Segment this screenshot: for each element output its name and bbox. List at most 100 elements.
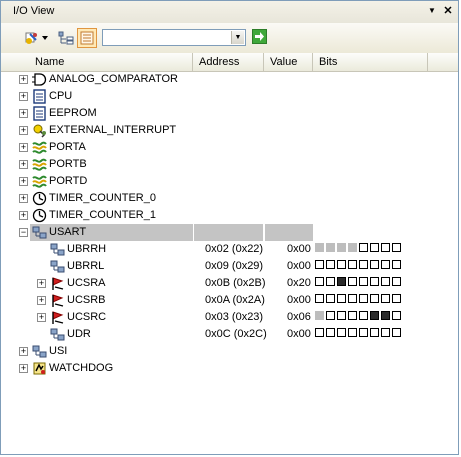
expand-icon[interactable]: + (19, 160, 28, 169)
column-name[interactable]: Name (29, 53, 193, 71)
combo-dropdown-button[interactable]: ▼ (231, 31, 244, 44)
bit-7-checkbox[interactable] (315, 277, 324, 286)
bit-2-checkbox[interactable] (370, 243, 379, 252)
expand-icon[interactable]: + (19, 211, 28, 220)
bit-0-checkbox[interactable] (392, 294, 401, 303)
bit-2-checkbox[interactable] (370, 260, 379, 269)
expand-icon[interactable]: + (37, 279, 46, 288)
bit-3-checkbox[interactable] (359, 260, 368, 269)
expand-icon[interactable]: + (19, 364, 28, 373)
bit-7-checkbox[interactable] (315, 260, 324, 269)
bit-3-checkbox[interactable] (359, 328, 368, 337)
register-value[interactable]: 0x00 (287, 293, 311, 308)
bit-4-checkbox[interactable] (348, 260, 357, 269)
bit-1-checkbox[interactable] (381, 328, 390, 337)
module-row[interactable]: + TIMER_COUNTER_1 (1, 207, 460, 224)
bit-6-checkbox[interactable] (326, 294, 335, 303)
module-row[interactable]: + USI (1, 343, 460, 360)
module-row[interactable]: − USART (1, 224, 460, 241)
go-button[interactable] (252, 29, 267, 44)
bit-6-checkbox[interactable] (326, 260, 335, 269)
bit-0-checkbox[interactable] (392, 260, 401, 269)
register-row[interactable]: + UCSRA 0x0B (0x2B) 0x20 (1, 275, 460, 292)
filter-combo[interactable]: ▼ (102, 29, 246, 46)
module-row[interactable]: + EXTERNAL_INTERRUPT (1, 122, 460, 139)
expand-icon[interactable]: + (19, 194, 28, 203)
bit-6-checkbox[interactable] (326, 328, 335, 337)
view-options-button[interactable] (23, 28, 51, 48)
module-row[interactable]: + PORTB (1, 156, 460, 173)
module-row[interactable]: + EEPROM (1, 105, 460, 122)
register-value[interactable]: 0x20 (287, 276, 311, 291)
expand-icon[interactable]: + (37, 313, 46, 322)
bit-3-checkbox[interactable] (359, 277, 368, 286)
bit-3-checkbox[interactable] (359, 311, 368, 320)
list-view-button[interactable] (77, 28, 97, 48)
close-icon[interactable]: ✕ (441, 4, 455, 18)
column-value[interactable]: Value (264, 53, 313, 71)
register-value[interactable]: 0x00 (287, 327, 311, 342)
node-label: UCSRA (67, 277, 106, 289)
bit-3-checkbox[interactable] (359, 243, 368, 252)
expand-icon[interactable]: + (19, 347, 28, 356)
register-icon (50, 243, 65, 256)
module-row[interactable]: + WATCHDOG (1, 360, 460, 377)
bit-0-checkbox[interactable] (392, 277, 401, 286)
module-row[interactable]: + CPU (1, 88, 460, 105)
expand-icon[interactable]: + (19, 75, 28, 84)
bit-6-checkbox[interactable] (326, 277, 335, 286)
expand-icon[interactable]: + (19, 143, 28, 152)
register-row[interactable]: UBRRH 0x02 (0x22) 0x00 (1, 241, 460, 258)
expand-icon[interactable]: + (19, 126, 28, 135)
bit-4-checkbox[interactable] (348, 328, 357, 337)
bit-3-checkbox[interactable] (359, 294, 368, 303)
bit-0-checkbox[interactable] (392, 328, 401, 337)
module-row[interactable]: + ANALOG_COMPARATOR (1, 71, 460, 88)
bit-4-checkbox[interactable] (348, 311, 357, 320)
expand-icon[interactable]: + (19, 177, 28, 186)
bit-2-checkbox[interactable] (370, 328, 379, 337)
bit-1-checkbox[interactable] (381, 311, 390, 320)
expand-icon[interactable]: + (19, 109, 28, 118)
bit-1-checkbox[interactable] (381, 243, 390, 252)
bit-5-checkbox[interactable] (337, 260, 346, 269)
bit-2-checkbox[interactable] (370, 294, 379, 303)
bit-7-checkbox[interactable] (315, 294, 324, 303)
register-row[interactable]: UBRRL 0x09 (0x29) 0x00 (1, 258, 460, 275)
register-value[interactable]: 0x06 (287, 310, 311, 325)
bit-1-checkbox[interactable] (381, 277, 390, 286)
tree-view-button[interactable] (56, 28, 75, 48)
bit-6-checkbox[interactable] (326, 311, 335, 320)
register-row[interactable]: UDR 0x0C (0x2C) 0x00 (1, 326, 460, 343)
register-value[interactable]: 0x00 (287, 259, 311, 274)
bit-7-checkbox[interactable] (315, 328, 324, 337)
column-address[interactable]: Address (193, 53, 264, 71)
column-bits[interactable]: Bits (313, 53, 428, 71)
expand-icon[interactable]: + (37, 296, 46, 305)
register-value[interactable]: 0x00 (287, 242, 311, 257)
bit-0-checkbox[interactable] (392, 243, 401, 252)
module-row[interactable]: + TIMER_COUNTER_0 (1, 190, 460, 207)
bit-5-checkbox[interactable] (337, 328, 346, 337)
bit-4-checkbox[interactable] (348, 294, 357, 303)
bit-5-checkbox[interactable] (337, 311, 346, 320)
bit-5-checkbox[interactable] (337, 277, 346, 286)
bit-5-checkbox[interactable] (337, 294, 346, 303)
collapse-icon[interactable]: − (19, 228, 28, 237)
chevron-down-icon: ▼ (234, 34, 242, 41)
register-row[interactable]: + UCSRC 0x03 (0x23) 0x06 (1, 309, 460, 326)
bit-1-checkbox[interactable] (381, 260, 390, 269)
register-address: 0x09 (0x29) (205, 260, 264, 272)
bit-0-checkbox[interactable] (392, 311, 401, 320)
bit-4-checkbox[interactable] (348, 277, 357, 286)
bit-1-checkbox[interactable] (381, 294, 390, 303)
expand-icon[interactable]: + (19, 92, 28, 101)
module-row[interactable]: + PORTD (1, 173, 460, 190)
register-bits (315, 311, 403, 323)
bit-2-checkbox[interactable] (370, 311, 379, 320)
window-menu-dropdown-icon[interactable]: ▼ (425, 4, 439, 18)
bit-2-checkbox[interactable] (370, 277, 379, 286)
module-row[interactable]: + PORTA (1, 139, 460, 156)
usart-icon (32, 226, 47, 239)
register-row[interactable]: + UCSRB 0x0A (0x2A) 0x00 (1, 292, 460, 309)
